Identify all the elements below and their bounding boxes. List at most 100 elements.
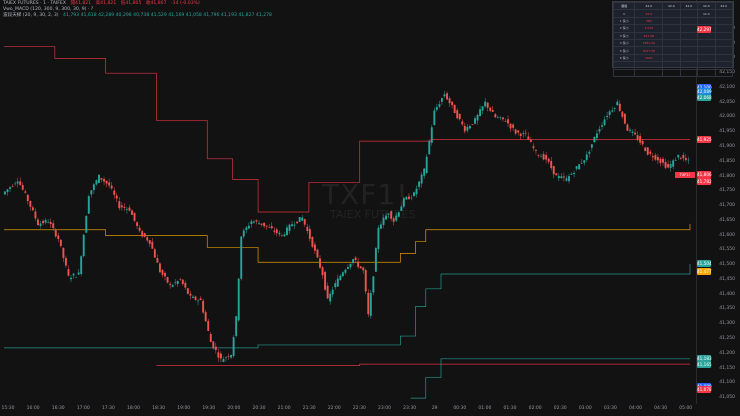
candle-body xyxy=(87,196,90,214)
candle-body xyxy=(151,241,154,249)
candle-body xyxy=(308,229,311,239)
candle-body xyxy=(273,230,276,232)
x-tick-label: 02:30 xyxy=(553,406,567,411)
table-cell xyxy=(697,16,716,26)
table-cell xyxy=(697,46,716,55)
candle-body xyxy=(230,354,233,358)
candle-body xyxy=(166,277,169,283)
table-row: 3 保小 441.98 xyxy=(612,31,733,40)
y-tick-label: 42,000 xyxy=(719,114,735,120)
candle-body xyxy=(374,248,377,272)
table-cell: 關鍵 xyxy=(612,1,636,11)
candle-body xyxy=(418,181,421,187)
y-tick-label: 41,600 xyxy=(719,232,735,238)
candle-body xyxy=(446,93,448,100)
table-cell xyxy=(662,16,681,26)
candle-body xyxy=(21,185,24,190)
table-cell xyxy=(662,31,681,40)
candle-body xyxy=(466,126,469,131)
y-tick-label: 41,500 xyxy=(719,262,735,268)
candle-body xyxy=(240,236,243,279)
candle-body xyxy=(524,132,527,134)
indicator-ladder-values: 41,793 41,618 42,289 40,298 40,738 41,52… xyxy=(63,13,272,18)
table-cell xyxy=(714,61,733,70)
candle-body xyxy=(125,208,128,210)
x-tick-label: 20:00 xyxy=(227,406,241,411)
candle-body xyxy=(430,127,433,143)
candle-body xyxy=(684,158,687,160)
candle-body xyxy=(364,270,367,292)
table-cell: 1 保小 xyxy=(612,16,636,26)
candle-body xyxy=(217,352,220,358)
candle-body xyxy=(621,111,624,117)
candle-body xyxy=(461,121,464,125)
table-cell: 3 保小 xyxy=(612,31,636,40)
candle-body xyxy=(583,160,586,163)
candle-body xyxy=(494,114,497,118)
table-cell xyxy=(679,16,699,26)
candle-body xyxy=(542,154,545,160)
candle-body xyxy=(588,151,591,154)
candle-body xyxy=(26,194,29,201)
x-tick-label: 02:00 xyxy=(528,406,542,411)
indicator-ladder[interactable]: 波段天梯 (20, 9, 30, 2, 3) 41,793 41,618 42,… xyxy=(3,13,275,19)
candle-body xyxy=(174,282,177,283)
y-tick-label: 41,400 xyxy=(719,291,735,297)
candle-body xyxy=(545,155,548,160)
candle-body xyxy=(590,144,593,148)
candle-body xyxy=(433,110,436,126)
candle-body xyxy=(80,256,83,275)
candle-body xyxy=(37,219,39,226)
candle-body xyxy=(247,225,250,229)
candle-body xyxy=(331,289,334,295)
table-cell: 3027.58 xyxy=(634,46,664,55)
candle-body xyxy=(674,160,677,161)
candle-body xyxy=(171,285,174,287)
candle-body xyxy=(29,200,32,207)
candle-body xyxy=(527,136,530,140)
y-tick-label: 41,800 xyxy=(719,173,735,179)
candle-body xyxy=(626,124,629,131)
candle-body xyxy=(64,257,67,266)
price-badge: 42,089 xyxy=(697,87,712,95)
price-badge: 41,078 xyxy=(697,386,712,394)
candle-body xyxy=(275,229,278,234)
candle-body xyxy=(255,220,258,222)
candle-body xyxy=(448,98,451,104)
table-cell xyxy=(634,68,664,77)
table-row xyxy=(612,61,733,70)
candle-body xyxy=(578,164,581,170)
table-row: 1 保小 384 xyxy=(612,16,733,26)
candle-body xyxy=(181,279,184,285)
stats-table: 關鍵 42.0 42.0 42.0 42.0 42.0 K 42.0 40.0 1 保小 384 2 … xyxy=(612,1,734,77)
table-cell xyxy=(679,68,699,77)
candle-body xyxy=(39,223,42,226)
table-cell xyxy=(714,31,733,40)
candle-body xyxy=(204,312,207,322)
candle-body xyxy=(550,160,553,169)
table-cell xyxy=(697,38,716,48)
candle-body xyxy=(425,156,428,173)
candle-body xyxy=(529,139,532,143)
y-tick-label: 42,100 xyxy=(719,84,735,90)
symbol-title: TAIEX FUTURES · 1 · TAIFEX xyxy=(3,1,66,6)
candle-body xyxy=(225,357,227,358)
table-cell: 40.0 xyxy=(697,9,716,18)
candle-body xyxy=(687,159,690,161)
candle-body xyxy=(672,160,675,167)
candle-body xyxy=(608,111,611,115)
price-badge: 41,165 xyxy=(697,360,712,368)
candle-body xyxy=(662,158,664,163)
candle-body xyxy=(458,113,461,120)
candle-body xyxy=(606,115,609,118)
candle-body xyxy=(199,298,202,301)
candle-body xyxy=(646,147,649,155)
candle-body xyxy=(601,125,603,127)
candle-body xyxy=(639,136,642,143)
y-tick-label: 41,450 xyxy=(719,276,735,282)
table-cell: 42.0 xyxy=(634,9,664,18)
y-tick-label: 41,350 xyxy=(719,306,735,312)
candle-body xyxy=(311,236,314,247)
table-cell: 2 保小 xyxy=(612,24,636,33)
candle-body xyxy=(158,263,161,273)
